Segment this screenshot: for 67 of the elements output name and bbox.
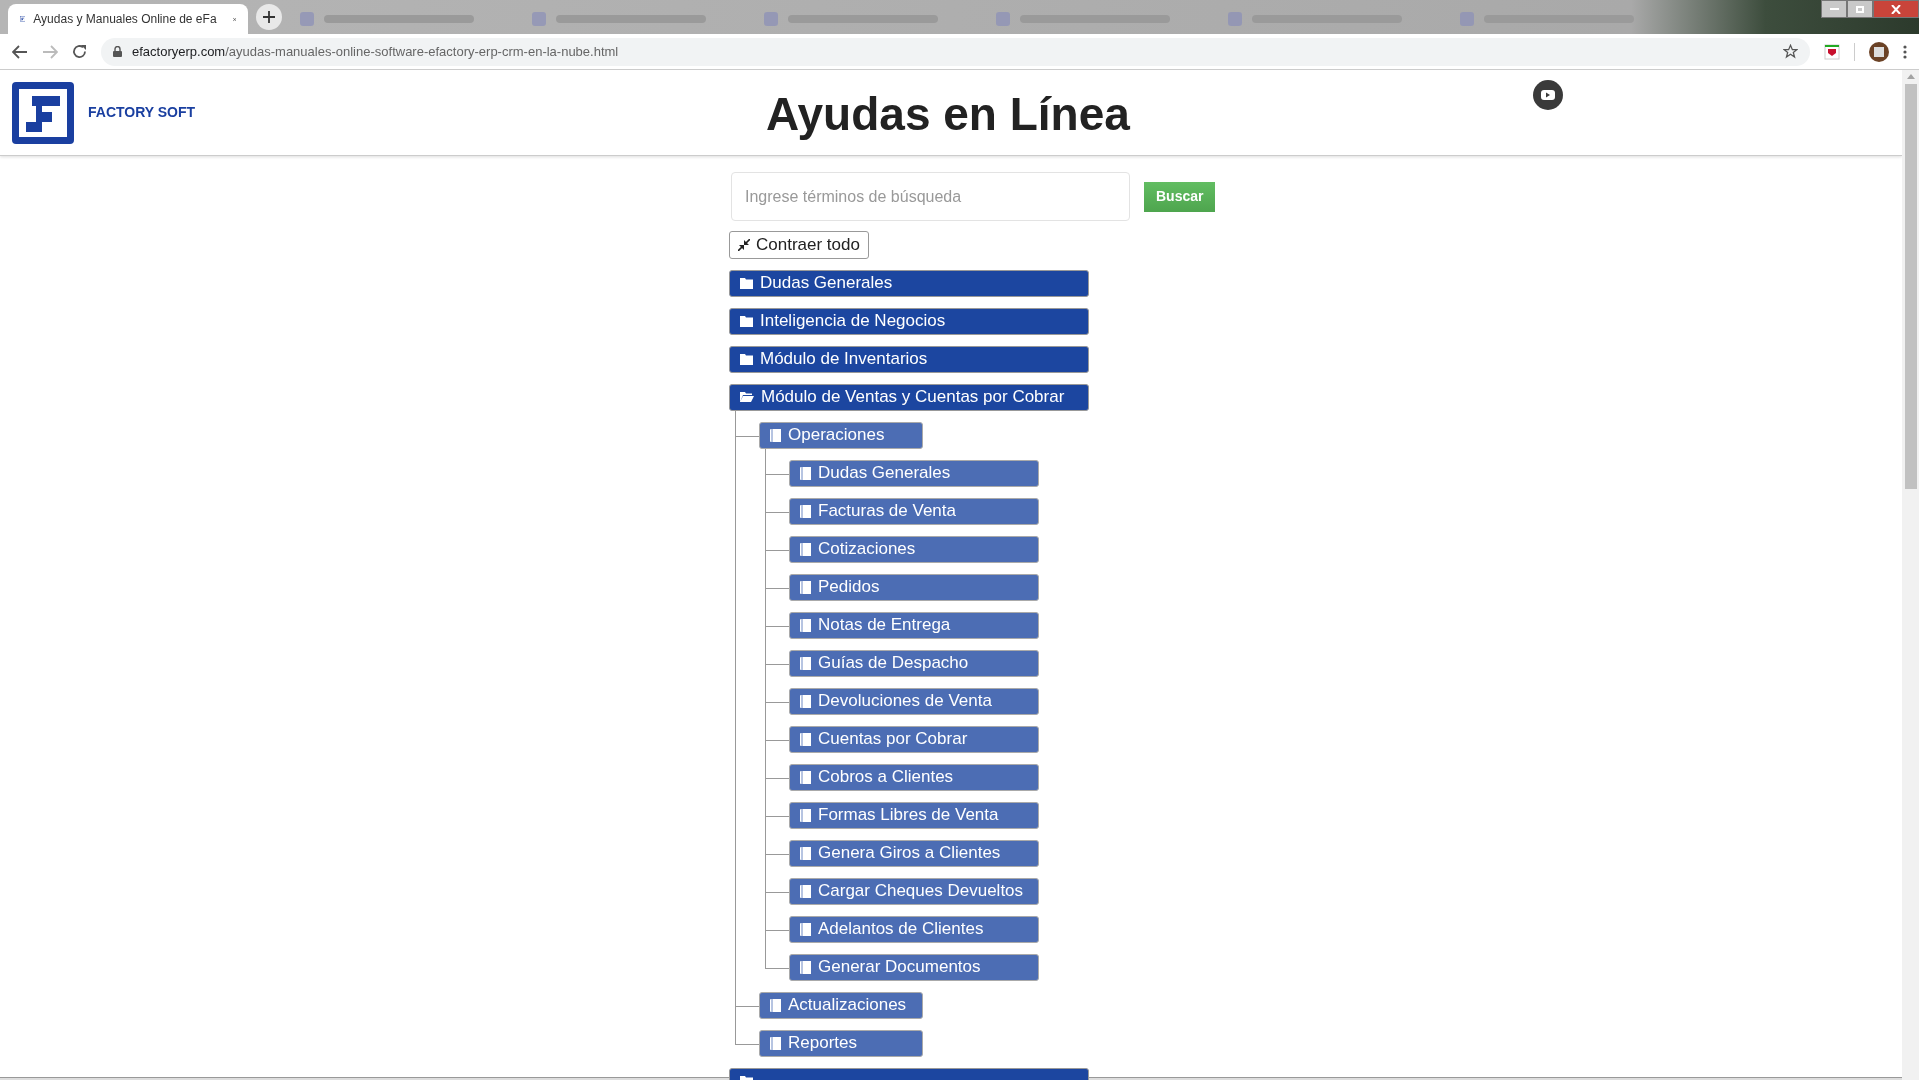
topic-node[interactable]: Cotizaciones (789, 535, 1039, 563)
topic-node[interactable]: Cobros a Clientes (789, 763, 1039, 791)
book-icon (770, 1036, 781, 1050)
book-icon (800, 846, 811, 860)
topic-node[interactable]: Pedidos (789, 573, 1039, 601)
book-icon (800, 732, 811, 746)
book-icon (800, 694, 811, 708)
page-title: Ayudas en Línea (766, 87, 1130, 142)
reload-icon[interactable] (72, 44, 87, 59)
topic-node[interactable]: Dudas Generales (789, 459, 1039, 487)
category-node[interactable]: Módulo de Ventas y Cuentas por Cobrar (729, 383, 1089, 411)
close-icon (1891, 4, 1901, 14)
book-icon (800, 580, 811, 594)
topic-node[interactable]: Genera Giros a Clientes (789, 839, 1039, 867)
topic-node[interactable]: Generar Documentos (789, 953, 1039, 981)
book-icon (800, 542, 811, 556)
back-icon[interactable] (12, 44, 28, 59)
topic-node[interactable]: Adelantos de Clientes (789, 915, 1039, 943)
book-icon (800, 770, 811, 784)
shield-icon[interactable] (1824, 43, 1840, 60)
minimize-button[interactable] (1821, 0, 1847, 18)
topic-node[interactable]: Notas de Entrega (789, 611, 1039, 639)
book-icon (800, 960, 811, 974)
search-button[interactable]: Buscar (1144, 181, 1216, 212)
tab-title: Ayudas y Manuales Online de eFa (33, 11, 217, 28)
address-bar[interactable]: efactoryerp.com/ayudas-manuales-online-software-efactory-erp-crm-en-la-nube.html (101, 37, 1810, 66)
folder-icon (740, 277, 753, 289)
search-field[interactable]: Ingrese términos de búsqueda (731, 172, 1130, 221)
folder-icon (740, 353, 753, 365)
collapse-all-button[interactable]: Contraer todo (729, 231, 869, 259)
topic-node[interactable]: Actualizaciones (759, 991, 923, 1019)
avatar-icon[interactable] (1869, 41, 1889, 62)
book-icon (800, 884, 811, 898)
star-icon[interactable] (1783, 44, 1798, 59)
topic-node[interactable]: Guías de Despacho (789, 649, 1039, 677)
topic-node[interactable]: Devoluciones de Venta (789, 687, 1039, 715)
category-node[interactable]: Dudas Generales (729, 269, 1089, 297)
book-icon (770, 998, 781, 1012)
topic-node[interactable]: Cargar Cheques Devueltos (789, 877, 1039, 905)
compress-icon (738, 238, 750, 251)
topic-node[interactable]: Reportes (759, 1029, 923, 1057)
open-folder-icon (740, 391, 754, 403)
lock-icon (113, 46, 122, 57)
book-icon (800, 618, 811, 632)
brand-name: FACTORY SOFT (88, 103, 196, 122)
topic-node[interactable]: Formas Libres de Venta (789, 801, 1039, 829)
menu-icon[interactable] (1903, 44, 1907, 59)
book-icon (800, 504, 811, 518)
book-icon (800, 656, 811, 670)
scrollbar[interactable] (1902, 70, 1919, 1080)
book-icon (800, 808, 811, 822)
topic-node[interactable]: Cuentas por Cobrar (789, 725, 1039, 753)
maximize-button[interactable] (1847, 0, 1873, 18)
folder-icon (740, 315, 753, 327)
video-icon[interactable] (1533, 80, 1563, 110)
book-icon (800, 466, 811, 480)
category-node[interactable]: Módulo de Inventarios (729, 345, 1089, 373)
new-tab-button[interactable] (256, 4, 282, 30)
close-window-button[interactable] (1873, 0, 1919, 18)
book-icon (770, 428, 781, 442)
book-icon (800, 922, 811, 936)
topic-node[interactable]: Operaciones (759, 421, 923, 449)
browser-tab[interactable]: Ayudas y Manuales Online de eFa (8, 4, 248, 34)
plus-icon (263, 11, 275, 23)
url-text: efactoryerp.com/ayudas-manuales-online-software-efactory-erp-crm-en-la-nube.html (132, 42, 620, 61)
topic-node[interactable]: Facturas de Venta (789, 497, 1039, 525)
category-node[interactable]: Inteligencia de Negocios (729, 307, 1089, 335)
